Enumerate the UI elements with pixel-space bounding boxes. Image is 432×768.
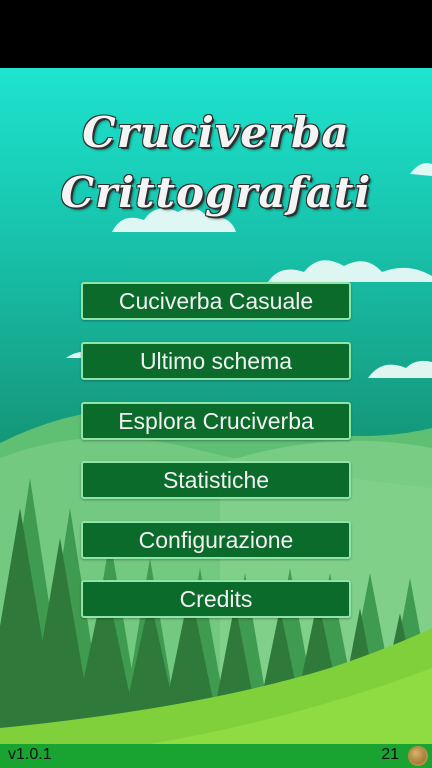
last-scheme-button[interactable]: Ultimo schema xyxy=(81,342,351,380)
credits-button[interactable]: Credits xyxy=(81,580,351,618)
version-label: v1.0.1 xyxy=(8,746,52,763)
explore-crosswords-button[interactable]: Esplora Cruciverba xyxy=(81,402,351,440)
coin-icon xyxy=(408,746,428,766)
menu-background: Cruciverba Crittografati Cuciverba Casua… xyxy=(0,68,432,744)
status-bar xyxy=(0,0,432,68)
app-title-line1: Cruciverba xyxy=(82,108,350,157)
coin-count: 21 xyxy=(381,746,399,763)
random-crossword-button[interactable]: Cuciverba Casuale xyxy=(81,282,351,320)
app-title-line2: Crittografati xyxy=(60,168,372,217)
statistics-button[interactable]: Statistiche xyxy=(81,461,351,499)
configuration-button[interactable]: Configurazione xyxy=(81,521,351,559)
footer-bar: v1.0.1 21 xyxy=(0,744,432,768)
